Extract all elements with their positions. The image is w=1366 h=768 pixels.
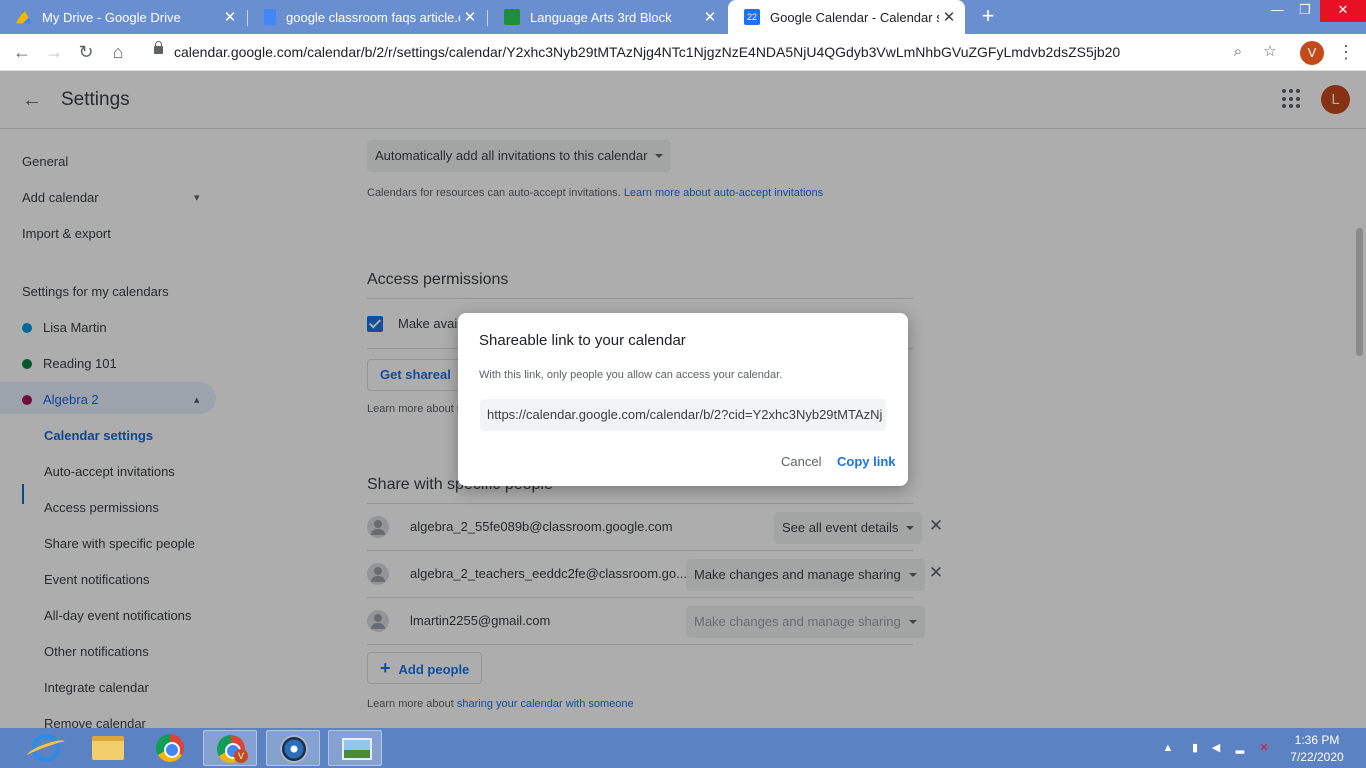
forward-icon[interactable]: → (42, 40, 66, 64)
tab-title: Language Arts 3rd Block (530, 9, 672, 25)
chrome-icon[interactable] (143, 730, 197, 766)
reload-icon[interactable]: ↻ (74, 40, 98, 64)
dialog-title: Shareable link to your calendar (479, 332, 686, 349)
tab-title: My Drive - Google Drive (42, 9, 181, 25)
copy-link-button[interactable]: Copy link (837, 454, 896, 469)
shareable-link-field[interactable]: https://calendar.google.com/calendar/b/2… (480, 399, 886, 431)
minimize-icon[interactable]: — (1262, 0, 1292, 22)
clock-date[interactable]: 7/22/2020 (1282, 750, 1352, 764)
tab-google-classroom[interactable]: Language Arts 3rd Block ✕ (488, 0, 726, 34)
volume-icon[interactable]: ◀ (1210, 742, 1222, 754)
network-icon[interactable]: ▂ (1234, 742, 1246, 754)
tab-google-drive[interactable]: My Drive - Google Drive ✕ (0, 0, 246, 34)
close-icon[interactable]: ✕ (939, 8, 959, 26)
close-icon[interactable]: ✕ (700, 8, 720, 26)
home-icon[interactable]: ⌂ (106, 40, 130, 64)
close-icon[interactable]: ✕ (220, 8, 240, 26)
tab-google-calendar[interactable]: 22 Google Calendar - Calendar setti ✕ (728, 0, 965, 34)
lock-icon (154, 41, 163, 54)
tab-title: google classroom faqs article.do (286, 9, 460, 25)
file-explorer-icon[interactable] (80, 730, 134, 766)
zoom-icon[interactable]: ⌕ (1228, 42, 1248, 62)
cancel-button[interactable]: Cancel (781, 454, 821, 469)
google-calendar-icon: 22 (744, 9, 760, 25)
photo-viewer-icon[interactable] (328, 730, 382, 766)
shareable-link-dialog: Shareable link to your calendar With thi… (458, 313, 908, 486)
address-toolbar: ← → ↻ ⌂ calendar.google.com/calendar/b/2… (0, 34, 1366, 71)
url-text[interactable]: calendar.google.com/calendar/b/2/r/setti… (174, 44, 1120, 60)
tab-title: Google Calendar - Calendar setti (770, 9, 939, 25)
chrome-profile-window-icon[interactable]: V (203, 730, 257, 766)
tab-google-docs[interactable]: google classroom faqs article.do ✕ (248, 0, 486, 34)
restore-icon[interactable]: ❐ (1290, 0, 1320, 22)
chrome-menu-icon[interactable]: ⋮ (1336, 40, 1356, 64)
dialog-description: With this link, only people you allow ca… (479, 369, 783, 381)
internet-explorer-icon[interactable] (18, 730, 72, 766)
close-icon[interactable]: ✕ (460, 8, 480, 26)
clock-time[interactable]: 1:36 PM (1282, 733, 1352, 747)
show-hidden-icons-icon[interactable]: ▲ (1162, 742, 1174, 754)
chrome-profile-avatar[interactable]: V (1300, 41, 1324, 65)
battery-icon[interactable]: ▮ (1189, 742, 1201, 754)
bookmark-star-icon[interactable]: ☆ (1260, 42, 1280, 62)
new-tab-button[interactable]: + (976, 4, 1000, 28)
scrollbar[interactable] (1356, 228, 1363, 356)
action-center-alert-icon[interactable]: ✕ (1258, 742, 1270, 754)
address-bar[interactable]: calendar.google.com/calendar/b/2/r/setti… (140, 38, 1290, 67)
google-docs-icon (264, 9, 276, 25)
window-close-icon[interactable]: ✕ (1320, 0, 1366, 22)
media-disc-icon[interactable] (266, 730, 320, 766)
windows-taskbar: V ▲ ▮ ◀ ▂ ✕ 1:36 PM 7/22/2020 (0, 728, 1366, 768)
back-icon[interactable]: ← (10, 40, 34, 64)
google-drive-icon (16, 9, 32, 24)
browser-tab-strip: My Drive - Google Drive ✕ google classro… (0, 0, 1366, 34)
google-classroom-icon (504, 9, 520, 25)
